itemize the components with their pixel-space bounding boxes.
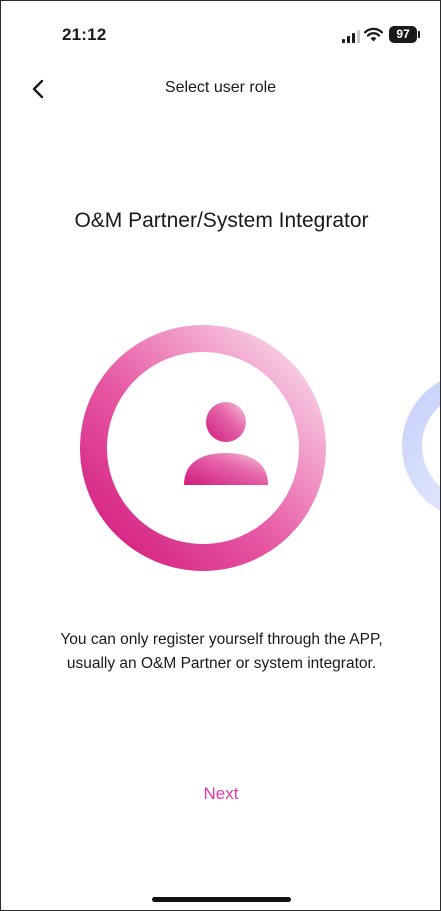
user-icon xyxy=(184,402,268,485)
signal-icon xyxy=(342,30,360,43)
status-bar: 21:12 97 xyxy=(1,1,440,63)
wifi-icon xyxy=(364,27,383,42)
role-description: You can only register yourself through t… xyxy=(60,631,383,672)
page-title: Select user role xyxy=(164,79,277,96)
role-title: O&M Partner/System Integrator xyxy=(74,209,369,232)
battery-icon: 97 xyxy=(389,26,420,43)
next-button[interactable]: Next xyxy=(171,784,271,804)
next-role-preview[interactable] xyxy=(401,371,441,521)
status-time: 21:12 xyxy=(62,25,107,44)
role-avatar[interactable] xyxy=(80,325,326,571)
app-screen: 21:12 97 Select user role O&M Partner/Sy… xyxy=(0,0,441,911)
home-indicator xyxy=(152,897,291,902)
nav-bar: Select user role xyxy=(1,67,440,111)
